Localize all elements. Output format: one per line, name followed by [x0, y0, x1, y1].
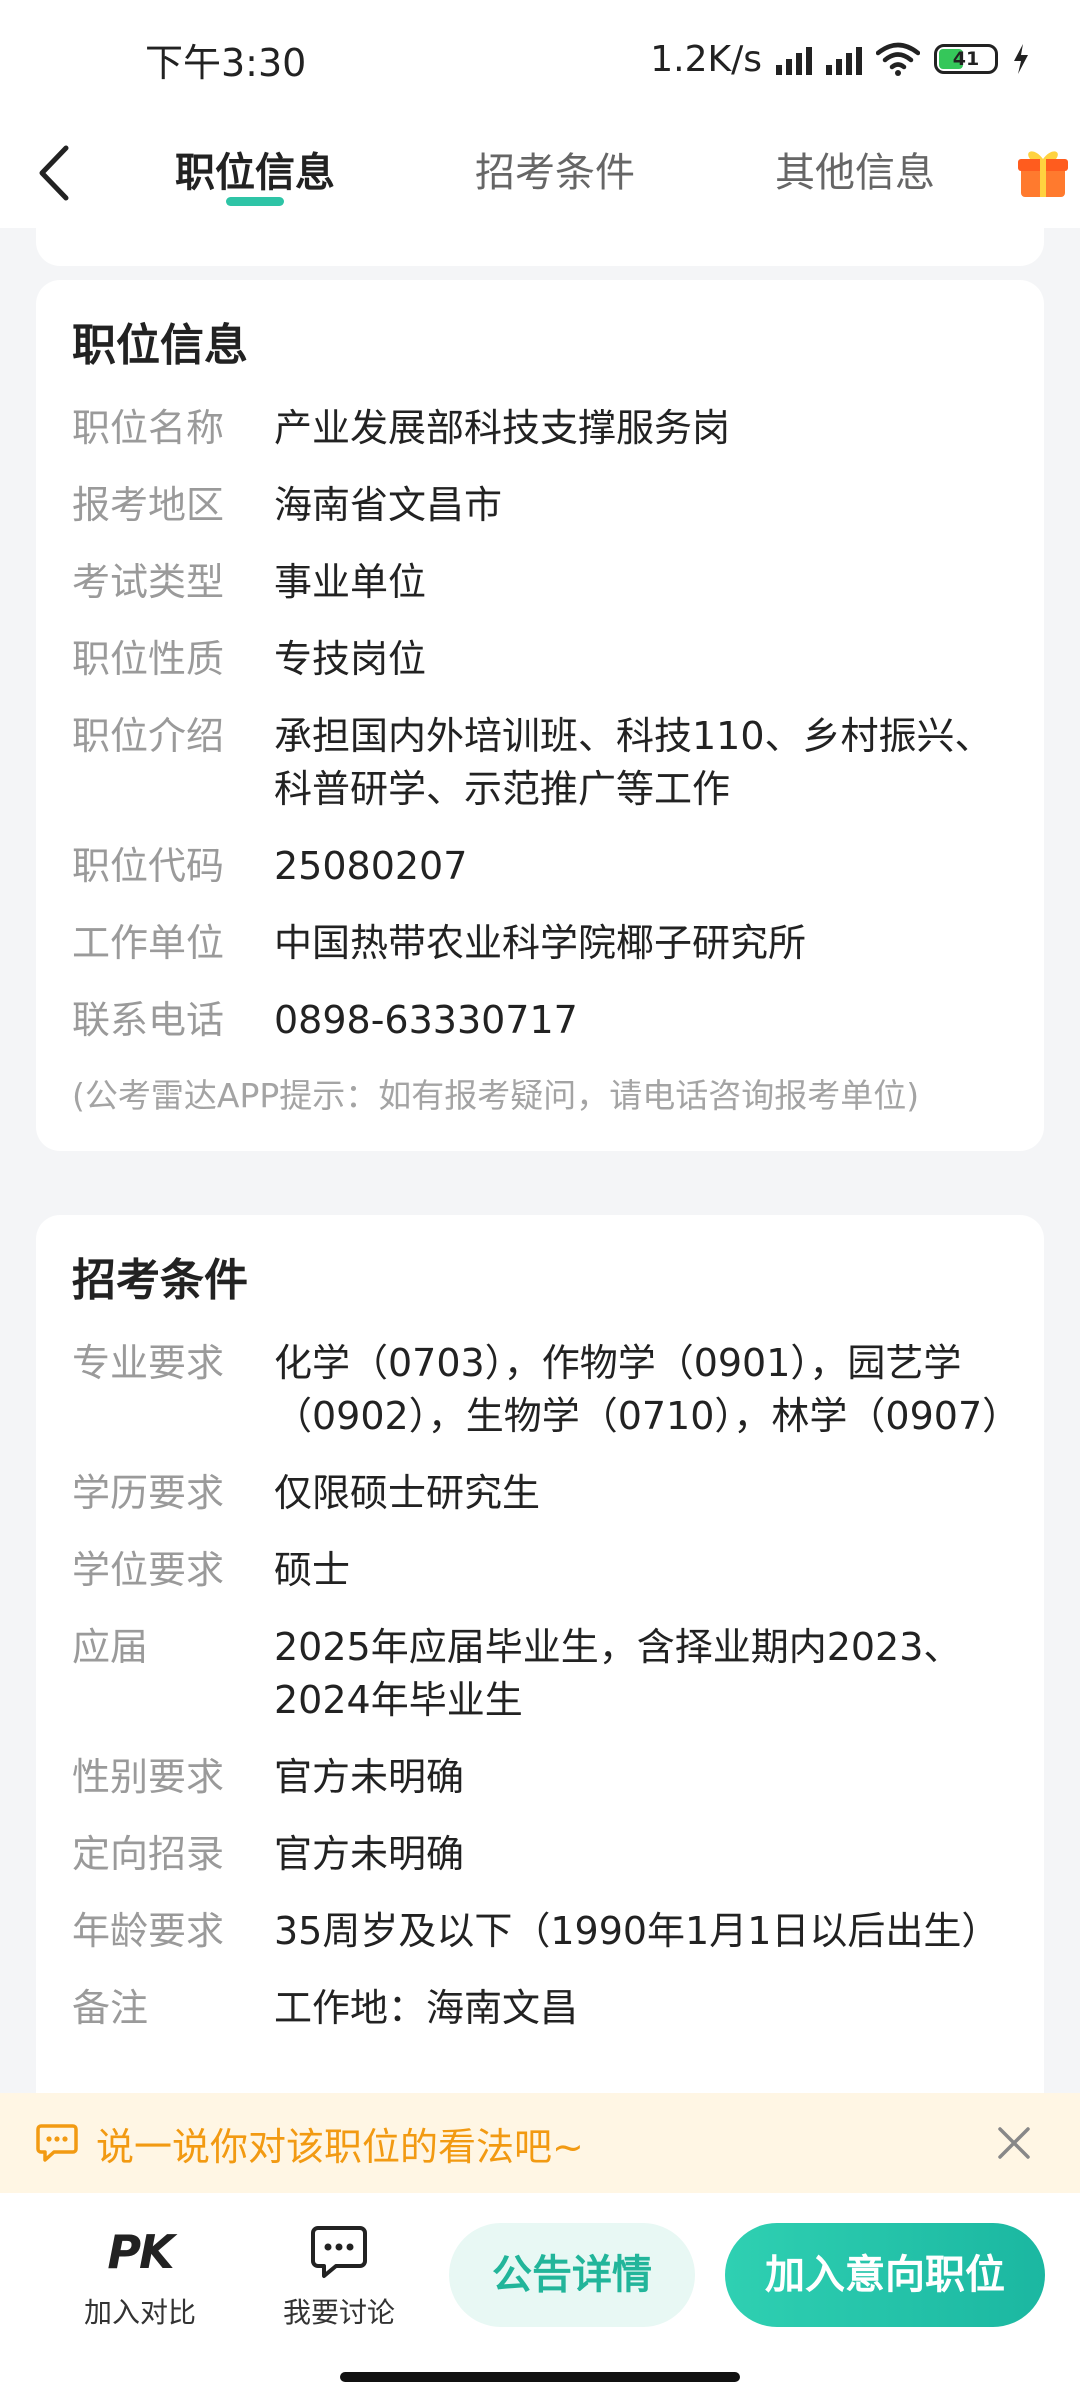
app-tip: (公考雷达APP提示：如有报考疑问，请电话咨询报考单位) — [72, 1076, 920, 1115]
position-info-title: 职位信息 — [72, 320, 248, 371]
info-row: 考试类型 事业单位 — [72, 556, 1008, 609]
pk-icon: PK — [107, 2225, 174, 2279]
discuss-button[interactable]: 我要讨论 — [259, 2223, 419, 2331]
signal-icon — [776, 43, 812, 75]
row-label: 职位介绍 — [72, 714, 225, 758]
row-label: 定向招录 — [72, 1832, 225, 1876]
row-value: 中国热带农业科学院椰子研究所 — [274, 921, 807, 965]
requirement-row: 备注 工作地：海南文昌 — [72, 1982, 1008, 2035]
tab-requirements[interactable]: 招考条件 — [405, 118, 705, 228]
row-label: 工作单位 — [72, 921, 225, 965]
requirement-row: 年龄要求 35周岁及以下（1990年1月1日以后出生） — [72, 1905, 1008, 1958]
requirement-row: 性别要求 官方未明确 — [72, 1751, 1008, 1804]
row-label: 应届 — [72, 1625, 149, 1669]
tab-position-info[interactable]: 职位信息 — [105, 118, 405, 228]
row-value: 工作地：海南文昌 — [274, 1986, 579, 2030]
row-value: 化学（0703），作物学（0901），园艺学（0902），生物学（0710），林… — [274, 1341, 1021, 1438]
status-icons: 1.2K/s 41 — [650, 39, 1030, 80]
info-row: 报考地区 海南省文昌市 — [72, 479, 1008, 532]
compare-label: 加入对比 — [83, 2296, 196, 2329]
row-label: 专业要求 — [72, 1341, 225, 1385]
charging-icon — [1014, 44, 1028, 74]
row-value: 仅限硕士研究生 — [274, 1471, 541, 1515]
row-label: 职位性质 — [72, 637, 225, 681]
back-button[interactable] — [0, 118, 105, 228]
row-value: 专技岗位 — [274, 637, 427, 681]
row-value: 硕士 — [274, 1548, 351, 1592]
network-speed: 1.2K/s — [650, 38, 762, 80]
row-value: 官方未明确 — [274, 1832, 465, 1876]
row-label: 报考地区 — [72, 483, 225, 527]
info-row: 职位介绍 承担国内外培训班、科技110、乡村振兴、科普研学、示范推广等工作 — [72, 710, 1008, 816]
row-value: 2025年应届毕业生，含择业期内2023、2024年毕业生 — [274, 1625, 962, 1722]
tab-other-info[interactable]: 其他信息 — [705, 118, 1005, 228]
add-intended-position-button[interactable]: 加入意向职位 — [725, 2223, 1045, 2327]
compare-button[interactable]: PK 加入对比 — [60, 2223, 220, 2331]
battery-icon: 41 — [934, 44, 998, 74]
row-label: 学位要求 — [72, 1548, 225, 1592]
row-label: 备注 — [72, 1986, 149, 2030]
info-row: 职位名称 产业发展部科技支撑服务岗 — [72, 402, 1008, 455]
info-row: 职位代码 25080207 — [72, 840, 1008, 893]
row-value: 事业单位 — [274, 560, 427, 604]
status-time: 下午3:30 — [145, 40, 307, 85]
wifi-icon — [876, 42, 920, 76]
requirement-row: 专业要求 化学（0703），作物学（0901），园艺学（0902），生物学（07… — [72, 1337, 1021, 1443]
discuss-icon — [311, 2226, 367, 2278]
close-icon — [998, 2127, 1030, 2159]
requirement-row: 定向招录 官方未明确 — [72, 1828, 1008, 1881]
row-value: 25080207 — [274, 844, 468, 888]
row-value: 承担国内外培训班、科技110、乡村振兴、科普研学、示范推广等工作 — [274, 714, 993, 811]
gift-button[interactable] — [1005, 118, 1080, 228]
row-value: 海南省文昌市 — [274, 483, 503, 527]
row-label: 性别要求 — [72, 1755, 225, 1799]
close-banner-button[interactable] — [984, 2113, 1044, 2173]
position-info-card: 职位信息 职位名称 产业发展部科技支撑服务岗 报考地区 海南省文昌市 考试类型 … — [36, 280, 1044, 1151]
row-label: 年龄要求 — [72, 1909, 225, 1953]
previous-card — [36, 228, 1044, 266]
content-area[interactable]: 职位信息 职位名称 产业发展部科技支撑服务岗 报考地区 海南省文昌市 考试类型 … — [0, 228, 1080, 2093]
info-row: 职位性质 专技岗位 — [72, 633, 1008, 686]
discuss-label: 我要讨论 — [282, 2296, 395, 2329]
row-label: 职位代码 — [72, 844, 225, 888]
tab-bar: 职位信息 招考条件 其他信息 — [105, 118, 1005, 228]
row-label: 学历要求 — [72, 1471, 225, 1515]
comment-banner[interactable]: 说一说你对该职位的看法吧~ — [0, 2093, 1080, 2193]
requirement-row: 学位要求 硕士 — [72, 1544, 1008, 1597]
comment-prompt[interactable]: 说一说你对该职位的看法吧~ — [96, 2116, 984, 2171]
requirements-title: 招考条件 — [72, 1255, 248, 1306]
requirement-row: 应届 2025年应届毕业生，含择业期内2023、2024年毕业生 — [72, 1621, 1008, 1727]
chat-bubble-icon — [36, 2124, 78, 2162]
top-nav: 职位信息 招考条件 其他信息 — [0, 118, 1080, 228]
info-row: 联系电话 0898-63330717 — [72, 994, 1008, 1047]
phone-number-link[interactable]: 0898-63330717 — [274, 994, 1008, 1047]
row-label: 职位名称 — [72, 406, 225, 450]
gift-icon — [1017, 151, 1068, 197]
notice-details-button[interactable]: 公告详情 — [449, 2223, 695, 2327]
row-label: 考试类型 — [72, 560, 225, 604]
row-value: 官方未明确 — [274, 1755, 465, 1799]
requirement-row: 学历要求 仅限硕士研究生 — [72, 1467, 1008, 1520]
info-row: 工作单位 中国热带农业科学院椰子研究所 — [72, 917, 1008, 970]
row-value: 产业发展部科技支撑服务岗 — [274, 406, 731, 450]
chevron-left-icon — [39, 145, 68, 201]
row-value: 35周岁及以下（1990年1月1日以后出生） — [274, 1909, 1000, 1953]
bottom-action-bar: PK 加入对比 我要讨论 公告详情 加入意向职位 — [0, 2193, 1080, 2400]
signal-icon-2 — [826, 43, 862, 75]
requirements-card: 招考条件 专业要求 化学（0703），作物学（0901），园艺学（0902），生… — [36, 1215, 1044, 2093]
home-indicator[interactable] — [340, 2372, 740, 2382]
status-bar: 下午3:30 1.2K/s 41 — [0, 0, 1080, 118]
row-label: 联系电话 — [72, 998, 225, 1042]
